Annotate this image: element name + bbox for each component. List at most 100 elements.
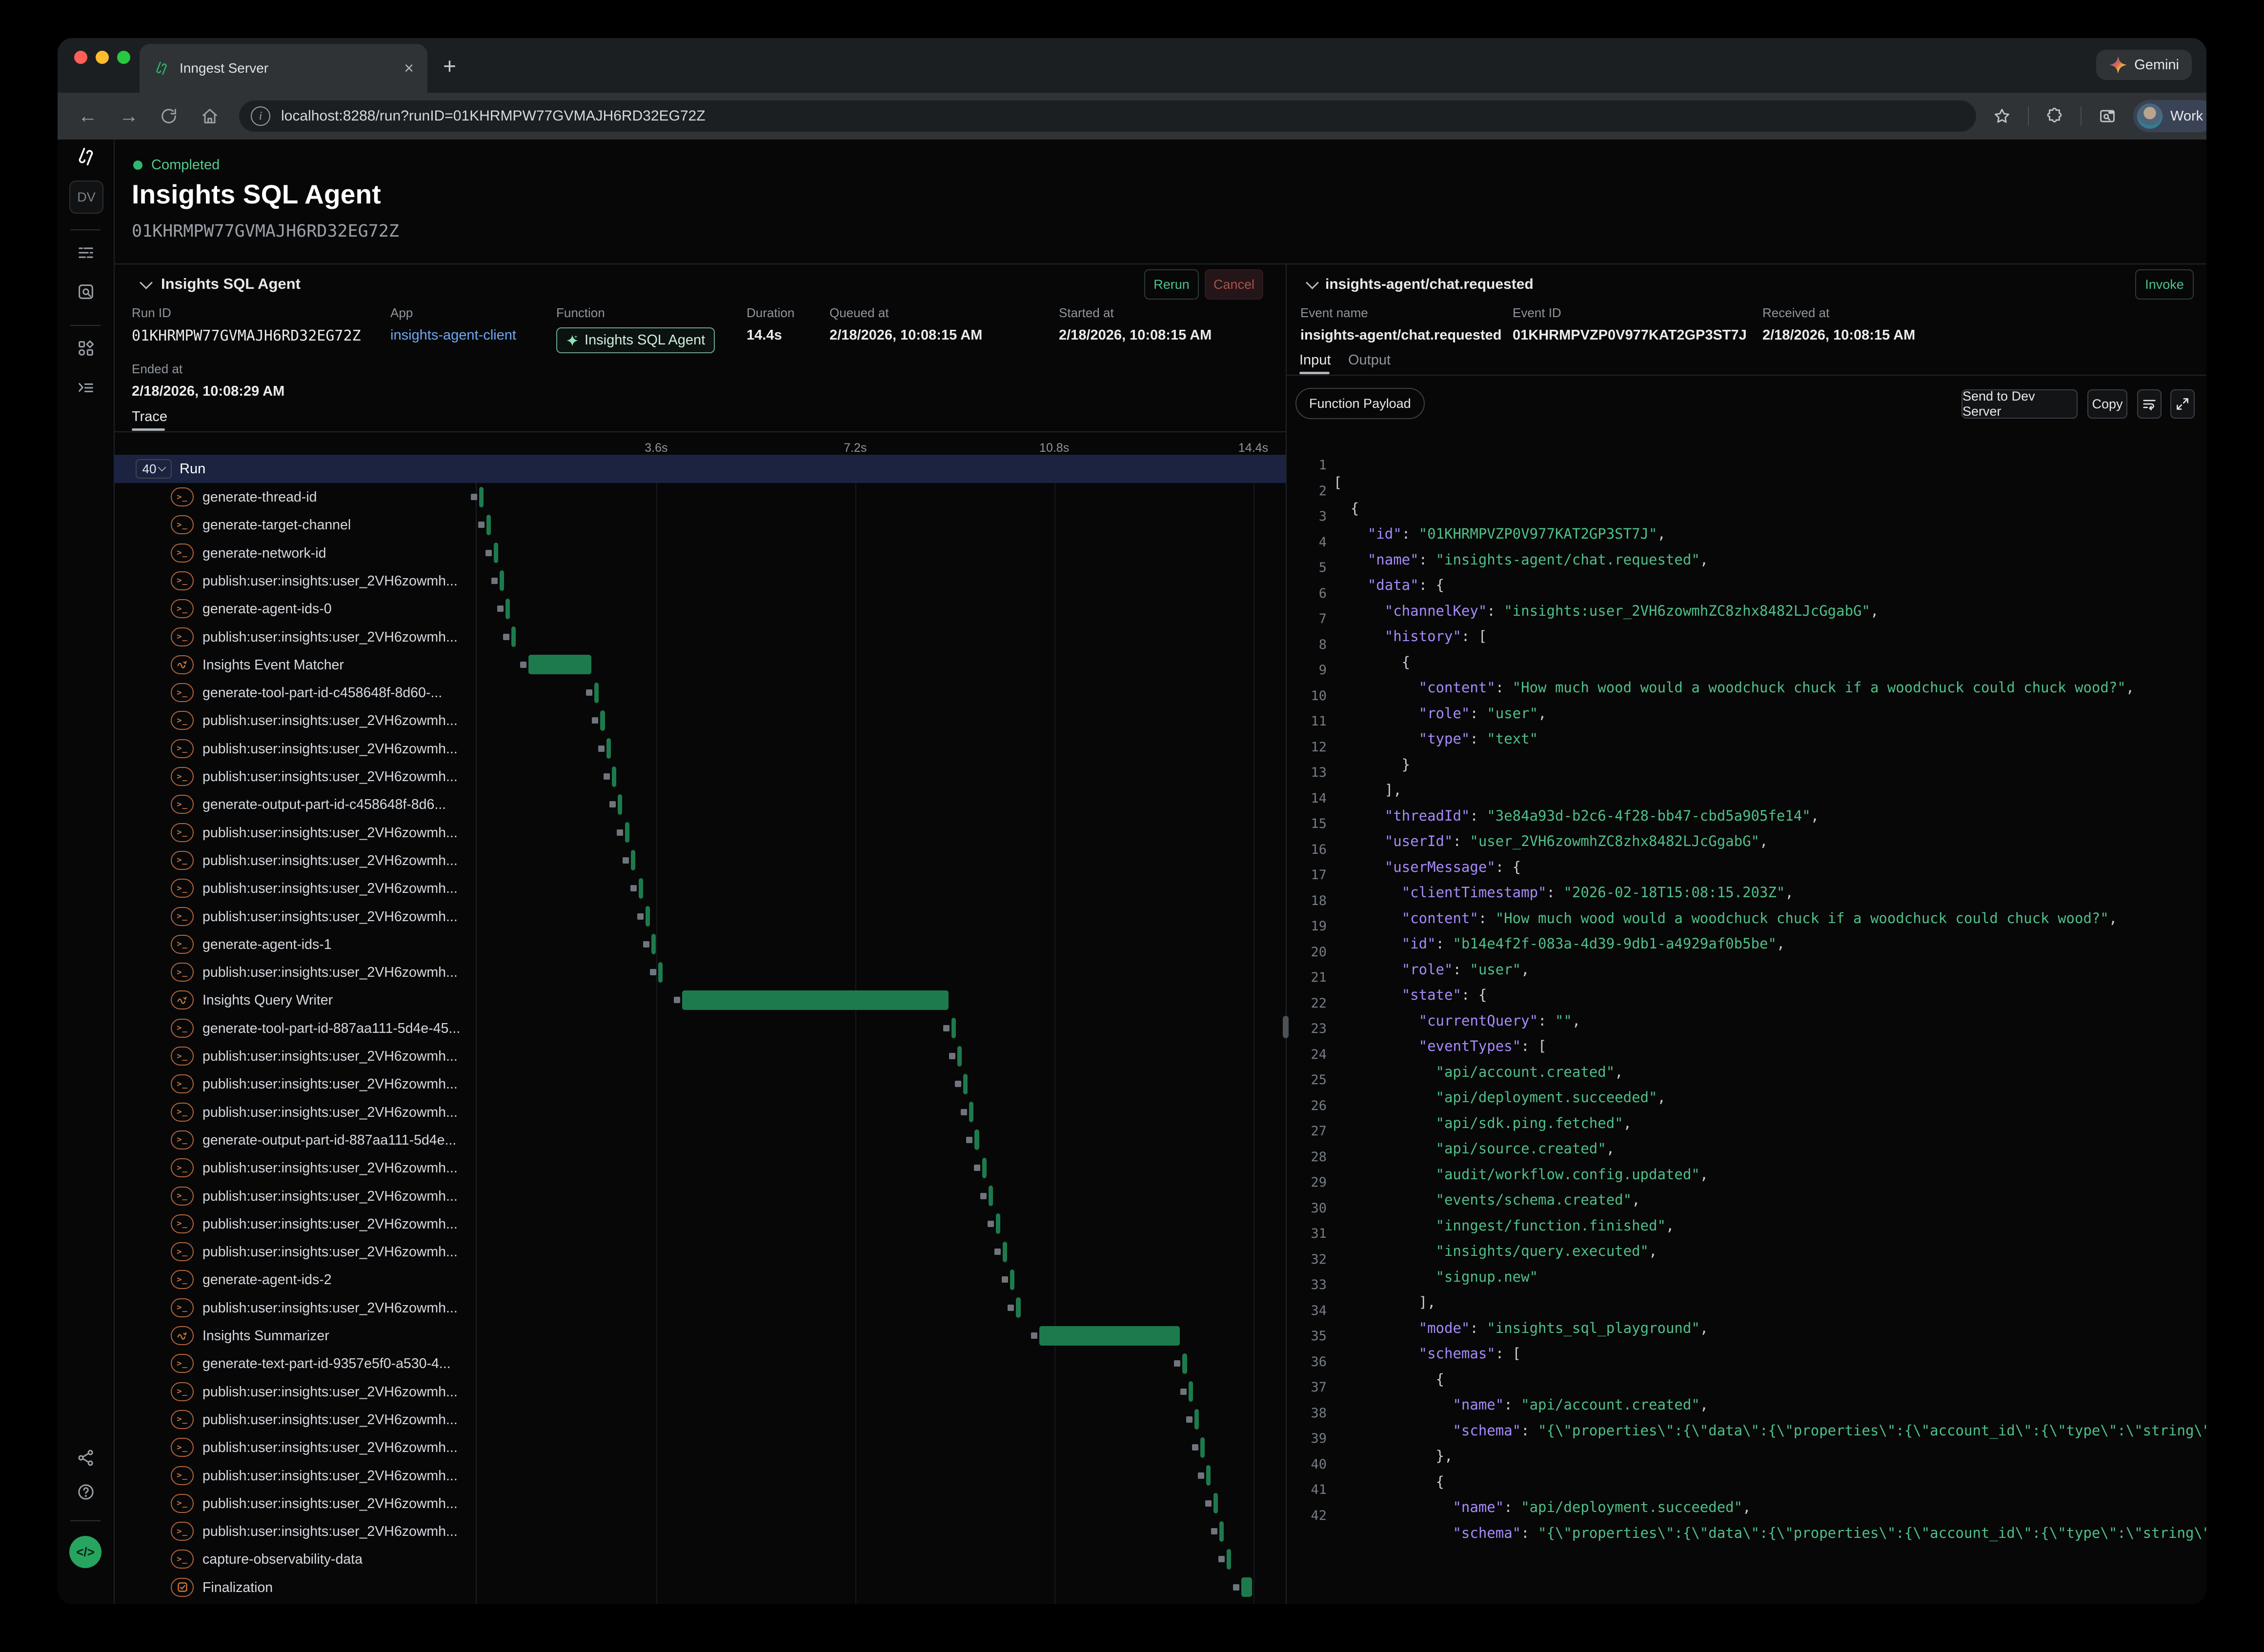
tab-output[interactable]: Output — [1348, 352, 1391, 368]
new-tab-button[interactable]: + — [443, 53, 456, 79]
help-icon[interactable] — [58, 1482, 114, 1502]
trace-row[interactable]: >_ publish:user:insights:user_2VH6zowmh.… — [114, 1182, 1286, 1210]
payload-code-editor[interactable]: 1 [ 2 { 3 "id": "01KHRMPVZP0V977KAT2GP3S… — [1287, 432, 2206, 1604]
trace-bar[interactable] — [618, 794, 622, 815]
share-icon[interactable] — [58, 1448, 114, 1468]
trace-bar[interactable] — [612, 766, 616, 787]
zoom-window-button[interactable] — [117, 51, 130, 64]
expand-steps-dropdown[interactable]: 40 — [136, 459, 172, 479]
trace-row[interactable]: >_ publish:user:insights:user_2VH6zowmh.… — [114, 1070, 1286, 1098]
trace-bar[interactable] — [951, 1018, 956, 1038]
inngest-logo-icon[interactable] — [58, 145, 114, 168]
trace-row[interactable]: >_ generate-agent-ids-2 — [114, 1266, 1286, 1293]
word-wrap-button[interactable] — [2137, 389, 2162, 419]
trace-bar[interactable] — [528, 655, 591, 674]
sidebar-item-dev-console-icon[interactable] — [58, 378, 114, 397]
trace-bar[interactable] — [606, 738, 611, 759]
trace-row[interactable]: >_ publish:user:insights:user_2VH6zowmh.… — [114, 763, 1286, 790]
trace-bar[interactable] — [1010, 1269, 1014, 1290]
rerun-button[interactable]: Rerun — [1144, 269, 1199, 300]
trace-row[interactable]: >_ generate-tool-part-id-887aa111-5d4e-4… — [114, 1014, 1286, 1042]
trace-row[interactable]: >_ generate-tool-part-id-c458648f-8d60-.… — [114, 679, 1286, 706]
trace-bar[interactable] — [486, 515, 491, 535]
tab-trace[interactable]: Trace — [132, 409, 167, 425]
trace-row[interactable]: >_ publish:user:insights:user_2VH6zowmh.… — [114, 819, 1286, 846]
trace-row[interactable]: >_ publish:user:insights:user_2VH6zowmh.… — [114, 958, 1286, 986]
trace-bar[interactable] — [639, 878, 643, 899]
collapse-event-chevron-icon[interactable] — [1306, 276, 1319, 289]
run-meta-app[interactable]: Appinsights-agent-client — [390, 305, 516, 343]
trace-row[interactable]: >_ publish:user:insights:user_2VH6zowmh.… — [114, 1490, 1286, 1517]
site-info-icon[interactable]: i — [251, 106, 270, 126]
trace-bar[interactable] — [1039, 1326, 1180, 1346]
trace-bar[interactable] — [1003, 1242, 1007, 1262]
home-icon[interactable] — [200, 106, 222, 126]
tab-close-icon[interactable]: × — [404, 59, 414, 78]
trace-bar[interactable] — [646, 906, 650, 927]
trace-bar[interactable] — [500, 570, 504, 591]
trace-bar[interactable] — [963, 1074, 968, 1094]
back-icon[interactable]: ← — [77, 105, 99, 127]
trace-row[interactable]: >_ publish:user:insights:user_2VH6zowmh.… — [114, 1406, 1286, 1433]
minimize-window-button[interactable] — [96, 51, 109, 64]
trace-bar[interactable] — [957, 1046, 962, 1067]
trace-bar[interactable] — [1189, 1381, 1193, 1402]
trace-row[interactable]: >_ generate-output-part-id-c458648f-8d6.… — [114, 790, 1286, 818]
trace-row[interactable]: >_ publish:user:insights:user_2VH6zowmh.… — [114, 846, 1286, 874]
trace-row[interactable]: >_ generate-agent-ids-0 — [114, 595, 1286, 623]
trace-row[interactable]: >_ generate-text-part-id-9357e5f0-a530-4… — [114, 1350, 1286, 1377]
trace-row[interactable]: >_ publish:user:insights:user_2VH6zowmh.… — [114, 1294, 1286, 1322]
trace-row[interactable]: >_ generate-thread-id — [114, 483, 1286, 511]
trace-bar[interactable] — [1227, 1549, 1231, 1570]
trace-row[interactable]: Insights Query Writer — [114, 986, 1286, 1014]
trace-row[interactable]: Finalization — [114, 1573, 1286, 1601]
trace-bar[interactable] — [1016, 1297, 1020, 1318]
trace-bar[interactable] — [625, 822, 629, 843]
forward-icon[interactable]: → — [118, 105, 140, 127]
tab-search-icon[interactable] — [2098, 107, 2117, 125]
trace-bar[interactable] — [594, 683, 599, 703]
trace-row[interactable]: >_ publish:user:insights:user_2VH6zowmh.… — [114, 1517, 1286, 1545]
trace-bar[interactable] — [1241, 1577, 1253, 1597]
extensions-icon[interactable] — [2045, 107, 2064, 125]
trace-row[interactable]: >_ generate-target-channel — [114, 511, 1286, 539]
trace-row[interactable]: >_ capture-observability-data — [114, 1545, 1286, 1573]
function-payload-pill[interactable]: Function Payload — [1295, 388, 1425, 419]
trace-bar[interactable] — [982, 1158, 987, 1178]
browser-tab[interactable]: Inngest Server × — [140, 44, 427, 93]
trace-row[interactable]: >_ publish:user:insights:user_2VH6zowmh.… — [114, 1462, 1286, 1490]
trace-row[interactable]: >_ publish:user:insights:user_2VH6zowmh.… — [114, 735, 1286, 763]
trace-row[interactable]: >_ publish:user:insights:user_2VH6zowmh.… — [114, 1154, 1286, 1182]
trace-bar[interactable] — [479, 487, 484, 507]
trace-row[interactable]: >_ publish:user:insights:user_2VH6zowmh.… — [114, 1210, 1286, 1238]
profile-button[interactable]: Work — [2133, 100, 2206, 132]
trace-bar[interactable] — [974, 1129, 979, 1150]
bookmark-star-icon[interactable] — [1993, 107, 2011, 125]
trace-bar[interactable] — [658, 962, 663, 983]
trace-row[interactable]: >_ publish:user:insights:user_2VH6zowmh.… — [114, 1378, 1286, 1406]
trace-row[interactable]: >_ publish:user:insights:user_2VH6zowmh.… — [114, 1238, 1286, 1266]
env-badge[interactable]: DV — [69, 181, 103, 214]
trace-bar[interactable] — [631, 850, 635, 870]
trace-row[interactable]: >_ publish:user:insights:user_2VH6zowmh.… — [114, 623, 1286, 651]
collapse-run-chevron-icon[interactable] — [140, 276, 153, 289]
trace-row[interactable]: >_ publish:user:insights:user_2VH6zowmh.… — [114, 903, 1286, 930]
reload-icon[interactable] — [159, 106, 181, 126]
url-bar[interactable]: i localhost:8288/run?runID=01KHRMPW77GVM… — [239, 101, 1976, 132]
copy-button[interactable]: Copy — [2087, 389, 2127, 419]
trace-row[interactable]: >_ publish:user:insights:user_2VH6zowmh.… — [114, 1098, 1286, 1126]
trace-bar[interactable] — [1182, 1353, 1187, 1374]
trace-row[interactable]: Insights Event Matcher — [114, 651, 1286, 679]
close-window-button[interactable] — [74, 51, 87, 64]
trace-bar[interactable] — [682, 990, 949, 1010]
tab-input[interactable]: Input — [1299, 352, 1331, 368]
trace-bar[interactable] — [996, 1213, 1000, 1234]
trace-bar[interactable] — [1200, 1437, 1205, 1458]
trace-row[interactable]: Insights Summarizer — [114, 1322, 1286, 1350]
trace-bar[interactable] — [651, 934, 656, 954]
cancel-button[interactable]: Cancel — [1205, 269, 1263, 300]
trace-bar[interactable] — [505, 599, 510, 619]
expand-button[interactable] — [2170, 389, 2195, 419]
trace-row[interactable]: >_ publish:user:insights:user_2VH6zowmh.… — [114, 567, 1286, 595]
trace-row[interactable]: >_ publish:user:insights:user_2VH6zowmh.… — [114, 1042, 1286, 1070]
